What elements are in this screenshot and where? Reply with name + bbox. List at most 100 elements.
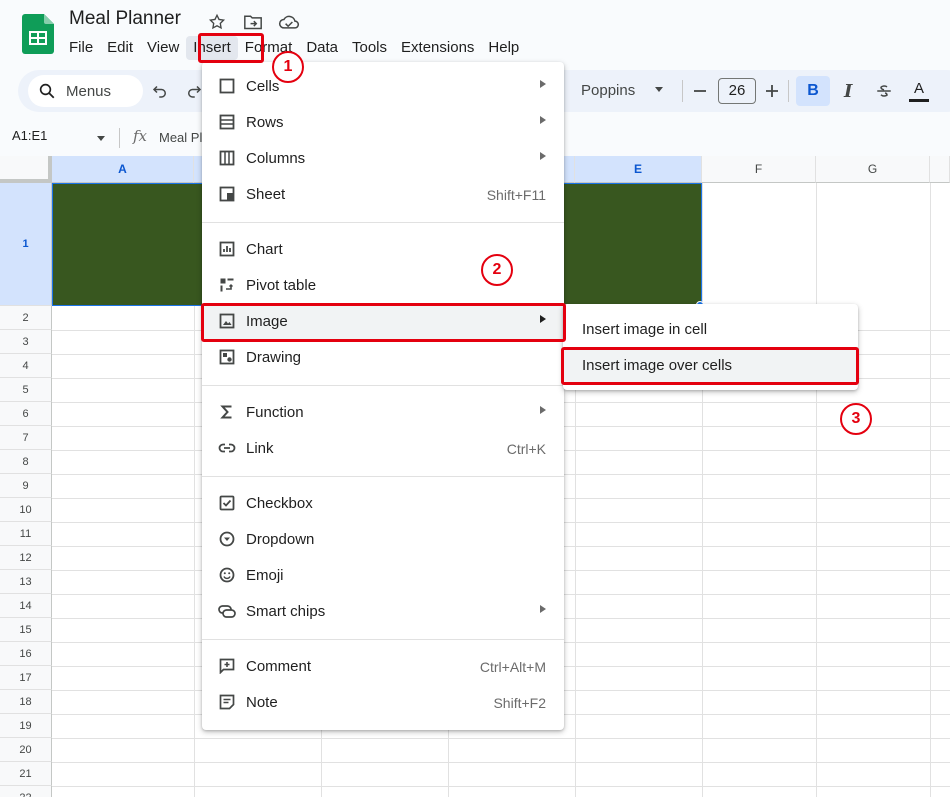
column-header-h[interactable] <box>930 156 950 183</box>
menu-item-smart-chips[interactable]: Smart chips <box>202 593 564 629</box>
row-header-7[interactable]: 7 <box>0 426 52 450</box>
menu-item-columns[interactable]: Columns <box>202 140 564 176</box>
row-header-22[interactable]: 22 <box>0 786 52 797</box>
row-header-13[interactable]: 13 <box>0 570 52 594</box>
cloud-saved-icon[interactable] <box>278 11 300 33</box>
toolbar-divider <box>788 80 789 102</box>
menu-item-label: Drawing <box>246 349 302 366</box>
menu-item-function[interactable]: Function <box>202 394 564 430</box>
row-header-12[interactable]: 12 <box>0 546 52 570</box>
menu-divider <box>202 385 564 386</box>
dropdown-circle-icon <box>218 530 236 548</box>
menu-file[interactable]: File <box>62 36 100 60</box>
menu-item-note[interactable]: Note Shift+F2 <box>202 684 564 720</box>
move-folder-icon[interactable] <box>242 11 264 33</box>
font-size-input[interactable]: 26 <box>718 78 756 104</box>
decrease-font-size-icon[interactable] <box>690 81 710 101</box>
menu-item-rows[interactable]: Rows <box>202 104 564 140</box>
menu-item-label: Smart chips <box>246 603 326 620</box>
drawing-icon <box>218 348 236 366</box>
submenu-arrow-icon <box>540 605 546 613</box>
font-family-select[interactable]: Poppins <box>581 82 635 99</box>
row-header-16[interactable]: 16 <box>0 642 52 666</box>
row-header-20[interactable]: 20 <box>0 738 52 762</box>
menu-item-image[interactable]: Image <box>202 303 564 339</box>
column-header-g[interactable]: G <box>816 156 930 183</box>
submenu-arrow-icon <box>540 80 546 88</box>
step-badge-2: 2 <box>481 254 513 286</box>
add-comment-icon <box>218 657 236 675</box>
font-dropdown-caret-icon[interactable] <box>654 84 664 94</box>
formula-input[interactable]: Meal Pl <box>159 130 202 145</box>
menu-item-drawing[interactable]: Drawing <box>202 339 564 375</box>
menu-tools[interactable]: Tools <box>345 36 394 60</box>
menu-item-label: Sheet <box>246 186 286 203</box>
sheet-icon <box>218 185 236 203</box>
insert-menu: Cells Rows Columns Sheet Shift+F11 Chart… <box>202 62 564 730</box>
grid-line <box>702 183 703 797</box>
column-header-e[interactable]: E <box>575 156 702 183</box>
row-header-8[interactable]: 8 <box>0 450 52 474</box>
star-icon[interactable] <box>206 11 228 33</box>
menu-item-emoji[interactable]: Emoji <box>202 557 564 593</box>
menu-insert[interactable]: Insert <box>186 36 238 60</box>
column-header-a[interactable]: A <box>52 156 194 183</box>
italic-button[interactable]: I <box>844 81 852 102</box>
menu-item-comment[interactable]: Comment Ctrl+Alt+M <box>202 648 564 684</box>
grid-line <box>52 762 950 763</box>
bold-button[interactable]: B <box>796 76 830 106</box>
name-box[interactable]: A1:E1 <box>12 128 47 143</box>
redo-icon[interactable] <box>184 81 204 101</box>
submenu-arrow-icon <box>540 152 546 160</box>
row-header-18[interactable]: 18 <box>0 690 52 714</box>
document-title[interactable]: Meal Planner <box>69 8 181 30</box>
insert-image-over-cells[interactable]: Insert image over cells <box>563 347 858 383</box>
menu-help[interactable]: Help <box>481 36 526 60</box>
row-header-6[interactable]: 6 <box>0 402 52 426</box>
menu-item-dropdown[interactable]: Dropdown <box>202 521 564 557</box>
formula-divider <box>119 128 120 148</box>
name-box-caret-icon[interactable] <box>96 133 106 143</box>
columns-icon <box>218 149 236 167</box>
menu-view[interactable]: View <box>140 36 186 60</box>
sigma-icon <box>218 403 236 421</box>
row-header-14[interactable]: 14 <box>0 594 52 618</box>
sheets-logo-icon[interactable] <box>22 14 54 54</box>
menu-item-label: Rows <box>246 114 284 131</box>
row-header-2[interactable]: 2 <box>0 306 52 330</box>
menu-item-label: Comment <box>246 658 312 675</box>
row-header-3[interactable]: 3 <box>0 330 52 354</box>
insert-image-in-cell[interactable]: Insert image in cell <box>563 311 858 347</box>
row-header-1[interactable]: 1 <box>0 183 52 306</box>
menu-item-label: Function <box>246 404 304 421</box>
row-header-19[interactable]: 19 <box>0 714 52 738</box>
grid-line <box>930 183 931 797</box>
menu-item-label: Emoji <box>246 567 284 584</box>
step-badge-1: 1 <box>272 51 304 83</box>
row-header-21[interactable]: 21 <box>0 762 52 786</box>
row-header-15[interactable]: 15 <box>0 618 52 642</box>
row-header-17[interactable]: 17 <box>0 666 52 690</box>
menu-item-checkbox[interactable]: Checkbox <box>202 485 564 521</box>
strikethrough-icon[interactable] <box>874 81 894 101</box>
menu-item-link[interactable]: Link Ctrl+K <box>202 430 564 466</box>
row-header-5[interactable]: 5 <box>0 378 52 402</box>
column-header-f[interactable]: F <box>702 156 816 183</box>
cell-icon <box>218 77 236 95</box>
text-color-button[interactable]: A <box>914 80 924 97</box>
menu-item-cells[interactable]: Cells <box>202 68 564 104</box>
row-header-4[interactable]: 4 <box>0 354 52 378</box>
menu-item-sheet[interactable]: Sheet Shift+F11 <box>202 176 564 212</box>
toolbar-divider <box>682 80 683 102</box>
row-header-11[interactable]: 11 <box>0 522 52 546</box>
undo-icon[interactable] <box>150 81 170 101</box>
menu-data[interactable]: Data <box>299 36 345 60</box>
menu-edit[interactable]: Edit <box>100 36 140 60</box>
row-header-10[interactable]: 10 <box>0 498 52 522</box>
menu-extensions[interactable]: Extensions <box>394 36 481 60</box>
search-menus-input[interactable]: Menus <box>28 75 143 107</box>
row-header-9[interactable]: 9 <box>0 474 52 498</box>
increase-font-size-icon[interactable] <box>762 81 782 101</box>
select-all-corner[interactable] <box>0 156 52 183</box>
menu-item-label: Dropdown <box>246 531 315 548</box>
